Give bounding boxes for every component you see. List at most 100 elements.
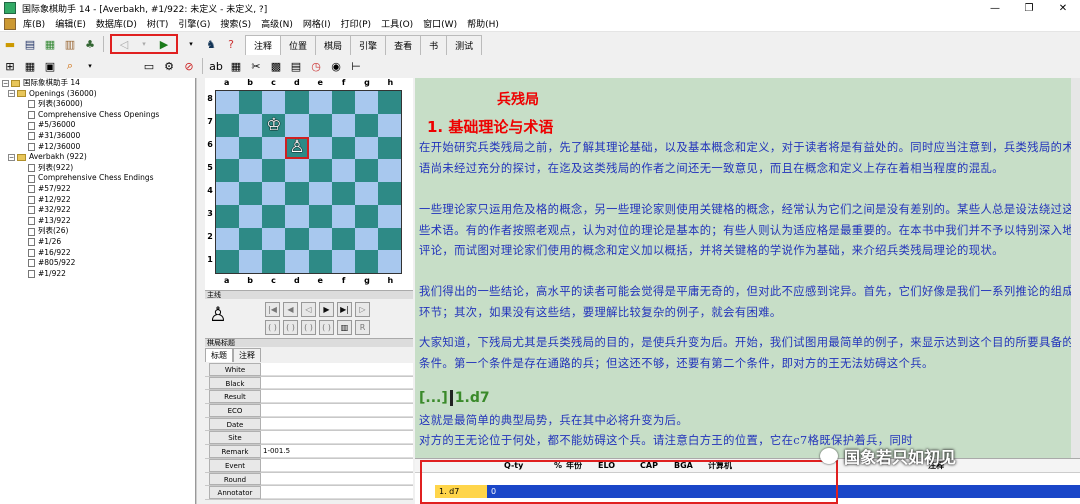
square-e6[interactable] [308,136,332,160]
restore-icon[interactable]: ❐ [1012,0,1046,16]
tree-scrollbar[interactable] [196,78,204,504]
square-f7[interactable] [331,113,355,137]
menu-grid[interactable]: 网格(I) [298,17,336,30]
text-scrollbar[interactable] [1071,78,1080,458]
header-field-value[interactable] [261,431,413,445]
menu-library[interactable]: 库(B) [18,17,50,30]
square-e5[interactable] [308,159,332,182]
square-g5[interactable] [354,159,378,182]
square-c2[interactable] [262,227,286,251]
square-c1[interactable] [262,250,286,273]
header-field-value[interactable]: 1-001.5 [261,445,413,458]
dropdown-icon[interactable]: ▾ [81,57,99,75]
header-field-value[interactable] [261,404,413,417]
square-e1[interactable] [308,250,332,273]
list-item[interactable]: #13/922 [0,216,195,227]
play-button[interactable]: ▷ [355,302,370,317]
list-item[interactable]: #5/36000 [0,120,195,131]
square-a8[interactable] [216,91,240,114]
report-button[interactable]: R [355,320,370,335]
tab-header[interactable]: 标题 [205,348,233,362]
square-b4[interactable] [239,182,263,205]
header-field-value[interactable] [261,376,413,390]
text-format-icon[interactable]: ab [207,57,225,75]
engine-icon[interactable]: ♞ [202,35,220,53]
square-d6[interactable]: ♙ [285,136,309,160]
header-field-value[interactable] [261,363,413,376]
tab-annotation[interactable]: 注释 [245,35,282,55]
square-c4[interactable] [262,182,286,205]
back-icon[interactable]: ◁ [115,35,133,53]
square-d1[interactable] [285,250,309,273]
tree-view-icon[interactable]: ⊞ [1,57,19,75]
square-b7[interactable] [239,113,263,137]
square-f4[interactable] [331,182,355,205]
square-h7[interactable] [377,113,401,137]
tree-folder[interactable]: − Openings (36000) [0,89,195,100]
menu-help[interactable]: 帮助(H) [462,17,504,30]
tree-folder[interactable]: − Averbakh (922) [0,152,195,163]
tree-icon[interactable]: ⊢ [347,57,365,75]
square-h1[interactable] [377,250,401,273]
prev-move-button[interactable]: ◀ [283,302,298,317]
list-item[interactable]: #1/26 [0,237,195,248]
menu-engine[interactable]: 引擎(G) [173,17,215,30]
square-h8[interactable] [377,91,401,114]
list-item[interactable]: #12/922 [0,195,195,206]
tab-engine[interactable]: 引擎 [350,35,387,55]
list-item[interactable]: 列表(36000) [0,99,195,110]
square-a2[interactable] [216,227,240,251]
square-d5[interactable] [285,159,309,182]
square-c6[interactable] [262,136,286,160]
variation-button[interactable]: ( ) [319,320,334,335]
list-item[interactable]: #31/36000 [0,131,195,142]
square-g3[interactable] [354,204,378,228]
list-icon[interactable]: ▤ [21,35,39,53]
square-g6[interactable] [354,136,378,160]
collapse-icon[interactable]: − [8,153,15,161]
square-f1[interactable] [331,250,355,273]
square-e4[interactable] [308,182,332,205]
square-g1[interactable] [354,250,378,273]
square-c5[interactable] [262,159,286,182]
play-icon[interactable]: ▶ [155,35,173,53]
header-field-value[interactable] [261,458,413,472]
chessboard[interactable]: ♔ ♙ [215,90,402,274]
square-g2[interactable] [354,227,378,251]
square-g8[interactable] [354,91,378,114]
list-item[interactable]: #16/922 [0,248,195,259]
square-e7[interactable] [308,113,332,137]
last-move-button[interactable]: ▶| [337,302,352,317]
list-item[interactable]: #805/922 [0,258,195,269]
list-item[interactable]: 列表(26) [0,226,195,237]
white-king-icon[interactable]: ♔ [266,116,281,134]
square-d8[interactable] [285,91,309,114]
square-b1[interactable] [239,250,263,273]
grid-icon[interactable]: ▦ [21,57,39,75]
square-e2[interactable] [308,227,332,251]
square-f8[interactable] [331,91,355,114]
current-move[interactable]: [...] 1.d7 [419,390,490,406]
square-f3[interactable] [331,204,355,228]
square-c7[interactable]: ♔ [262,113,286,137]
app-menu-icon[interactable] [4,17,16,30]
square-b3[interactable] [239,204,263,228]
square-c8[interactable] [262,91,286,114]
square-f5[interactable] [331,159,355,182]
dropdown-icon[interactable]: ▾ [182,35,200,53]
collapse-icon[interactable]: − [2,79,9,87]
menu-edit[interactable]: 编辑(E) [50,17,91,30]
grid-icon[interactable]: ▦ [227,57,245,75]
square-b6[interactable] [239,136,263,160]
tab-notes[interactable]: 注释 [233,348,261,362]
tab-position[interactable]: 位置 [280,35,317,55]
table-row[interactable]: 1. d7 0 [435,485,1080,498]
tab-book[interactable]: 书 [420,35,448,55]
square-a5[interactable] [216,159,240,182]
cut-icon[interactable]: ✂ [247,57,265,75]
list-item[interactable]: 列表(922) [0,163,195,174]
variation-button[interactable]: ( ) [265,320,280,335]
table-icon[interactable]: ▤ [287,57,305,75]
variation-button[interactable]: ( ) [301,320,316,335]
tab-game[interactable]: 棋局 [315,35,352,55]
